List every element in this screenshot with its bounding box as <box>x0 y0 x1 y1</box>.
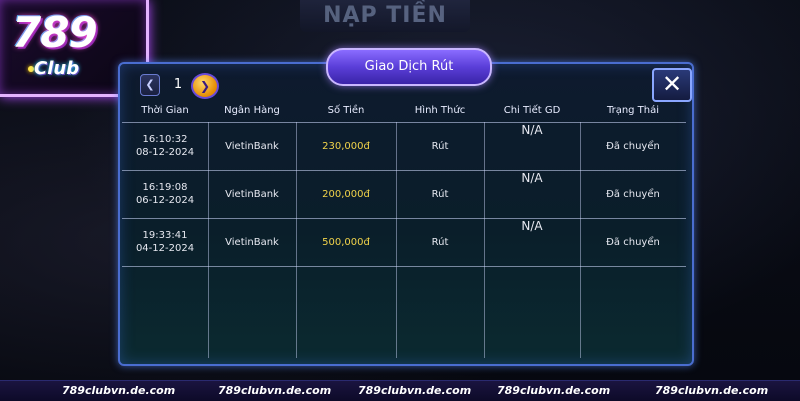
footer-domain: 789clubvn.de.com <box>62 384 176 397</box>
cell-bank: VietinBank <box>225 140 279 152</box>
background-banner: NẠP TIỀN <box>300 0 470 32</box>
cell-time-date: 06-12-2024 <box>135 195 195 206</box>
cell-time-clock: 16:10:32 <box>142 134 188 145</box>
page-number: 1 <box>173 77 183 92</box>
cell-status: Đã chuyển <box>606 188 660 200</box>
footer-strip: 789clubvn.de.com 789clubvn.de.com 789clu… <box>0 380 800 401</box>
header-time: Thời Gian <box>141 105 189 116</box>
cell-method: Rút <box>431 236 449 248</box>
cell-method: Rút <box>431 188 449 200</box>
prev-page-button[interactable]: ❮ <box>140 74 160 96</box>
footer-domain: 789clubvn.de.com <box>497 384 611 397</box>
cell-status: Đã chuyển <box>606 236 660 248</box>
cell-status: Đã chuyển <box>606 140 660 152</box>
table-row[interactable]: 19:33:41 04-12-2024 VietinBank 500,000đ … <box>122 218 686 267</box>
header-detail: Chi Tiết GD <box>503 105 561 116</box>
close-button[interactable]: ✕ <box>652 68 692 102</box>
cell-amount: 200,000đ <box>322 188 370 200</box>
dialog-title: Giao Dịch Rút <box>326 48 492 86</box>
logo-club: Club <box>34 58 80 79</box>
cell-time-date: 04-12-2024 <box>135 243 195 254</box>
cell-time-clock: 16:19:08 <box>142 182 188 193</box>
cell-time-clock: 19:33:41 <box>142 230 188 241</box>
cell-time: 19:33:41 04-12-2024 <box>122 218 208 266</box>
transaction-table: Thời Gian Ngân Hàng Số Tiền Hình Thức Ch… <box>122 100 686 358</box>
cell-amount: 500,000đ <box>322 236 370 248</box>
next-page-button[interactable]: ❯ <box>191 73 219 99</box>
logo-number: 789 <box>12 8 98 57</box>
cell-detail: N/A <box>521 219 543 233</box>
header-amount: Số Tiền <box>327 105 365 116</box>
table-row[interactable]: 16:19:08 06-12-2024 VietinBank 200,000đ … <box>122 170 686 219</box>
cell-method: Rút <box>431 140 449 152</box>
cell-bank: VietinBank <box>225 236 279 248</box>
cell-time-date: 08-12-2024 <box>135 147 195 158</box>
cell-detail: N/A <box>521 171 543 185</box>
footer-domain: 789clubvn.de.com <box>218 384 332 397</box>
table-row[interactable]: 16:10:32 08-12-2024 VietinBank 230,000đ … <box>122 122 686 171</box>
cell-detail: N/A <box>521 123 543 137</box>
cell-bank: VietinBank <box>225 188 279 200</box>
footer-domain: 789clubvn.de.com <box>358 384 472 397</box>
header-status: Trạng Thái <box>606 105 660 116</box>
cell-amount: 230,000đ <box>322 140 370 152</box>
header-method: Hình Thức <box>414 105 466 116</box>
cell-time: 16:19:08 06-12-2024 <box>122 170 208 218</box>
footer-domain: 789clubvn.de.com <box>655 384 769 397</box>
table-header: Thời Gian Ngân Hàng Số Tiền Hình Thức Ch… <box>122 100 686 123</box>
cell-time: 16:10:32 08-12-2024 <box>122 122 208 170</box>
header-bank: Ngân Hàng <box>224 105 280 116</box>
